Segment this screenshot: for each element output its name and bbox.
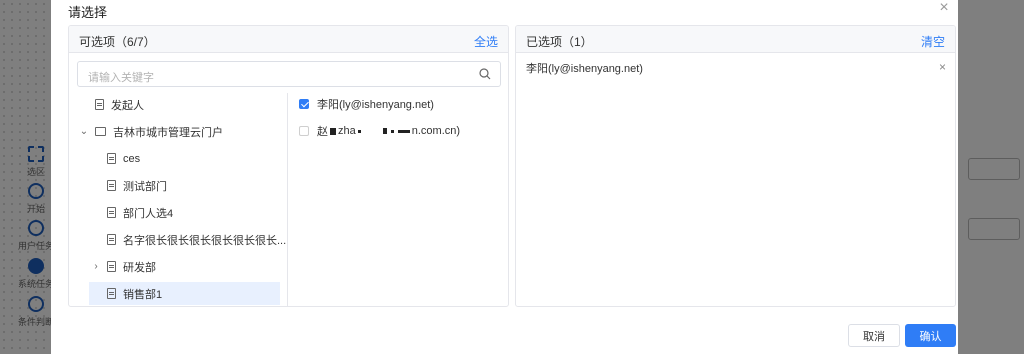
cancel-button[interactable]: 取消 — [848, 324, 900, 347]
checkbox-unchecked[interactable] — [299, 126, 309, 136]
tree-node-label: ces — [123, 152, 141, 165]
selected-panel-header: 已选项（1） 清空 — [516, 26, 955, 53]
tree-node-label: 名字很长很长很长很长很长很长... — [123, 234, 287, 247]
search-placeholder: 请输入关键字 — [88, 72, 154, 84]
document-icon — [107, 261, 116, 272]
available-panel-header: 可选项（6/7） 全选 — [69, 26, 508, 53]
document-icon — [107, 234, 116, 245]
selected-item-label: 李阳(ly@ishenyang.net) — [526, 63, 643, 75]
tree-node[interactable]: ⌄ 吉林市城市管理云门户 — [79, 120, 223, 143]
redaction-mark — [390, 129, 394, 133]
tree-node-label: 部门人选4 — [123, 207, 174, 220]
org-tree: 发起人 ⌄ 吉林市城市管理云门户 ces 测试部门 部门人选4 名字很长很长很长… — [69, 93, 288, 306]
dialog-title: 请选择 — [68, 5, 108, 20]
tree-node[interactable]: ces — [107, 147, 140, 170]
member-label-mid: zha — [338, 125, 356, 137]
search-input[interactable]: 请输入关键字 — [77, 61, 501, 87]
close-icon[interactable]: × — [936, 0, 952, 16]
member-list: 李阳(ly@ishenyang.net) 赵 zha n.com.cn) — [289, 93, 508, 306]
clear-all-link[interactable]: 清空 — [921, 33, 945, 50]
confirm-button[interactable]: 确认 — [905, 324, 956, 347]
checkbox-checked[interactable] — [299, 99, 309, 109]
redaction-mark — [357, 129, 361, 133]
remove-icon[interactable]: × — [939, 60, 946, 74]
selected-panel: 已选项（1） 清空 李阳(ly@ishenyang.net) × — [515, 25, 956, 307]
tree-node[interactable]: › 研发部 — [91, 255, 156, 278]
document-icon — [107, 180, 116, 191]
member-label-prefix: 赵 — [317, 126, 328, 138]
folder-icon — [95, 127, 106, 136]
tree-node[interactable]: 测试部门 — [107, 174, 167, 197]
available-title: 可选项（6/7） — [79, 35, 156, 49]
document-icon — [95, 99, 104, 110]
select-dialog: 请选择 × 可选项（6/7） 全选 请输入关键字 发起人 ⌄ 吉林市城市管理云门… — [51, 0, 958, 354]
redaction-gap — [365, 130, 379, 133]
redaction-mark — [382, 128, 387, 134]
member-item[interactable]: 李阳(ly@ishenyang.net) — [299, 93, 434, 115]
select-all-link[interactable]: 全选 — [474, 33, 498, 50]
tree-node[interactable]: 名字很长很长很长很长很长很长... — [107, 228, 286, 251]
tree-node[interactable]: 部门人选4 — [107, 201, 173, 224]
tree-node-label: 测试部门 — [123, 180, 167, 193]
member-item[interactable]: 赵 zha n.com.cn) — [299, 120, 460, 142]
available-panel: 可选项（6/7） 全选 请输入关键字 发起人 ⌄ 吉林市城市管理云门户 ces — [68, 25, 509, 307]
search-icon[interactable] — [479, 68, 491, 80]
document-icon — [107, 153, 116, 164]
document-icon — [107, 207, 116, 218]
selected-item: 李阳(ly@ishenyang.net) × — [526, 60, 946, 76]
tree-node-label: 销售部1 — [123, 288, 163, 301]
tree-node[interactable]: 发起人 — [95, 93, 144, 116]
tree-node-label: 研发部 — [123, 261, 156, 274]
redaction-mark — [330, 127, 336, 135]
chevron-down-icon[interactable]: ⌄ — [79, 126, 89, 137]
member-label-suffix: n.com.cn) — [411, 125, 461, 137]
tree-node-label: 发起人 — [111, 99, 144, 112]
selected-title: 已选项（1） — [526, 35, 593, 49]
tree-node-label: 吉林市城市管理云门户 — [113, 126, 223, 139]
chevron-right-icon[interactable]: › — [91, 261, 101, 272]
document-icon — [107, 288, 116, 299]
redaction-mark — [397, 129, 410, 133]
member-label: 李阳(ly@ishenyang.net) — [317, 99, 434, 111]
tree-node-selected[interactable]: 销售部1 — [89, 282, 280, 305]
